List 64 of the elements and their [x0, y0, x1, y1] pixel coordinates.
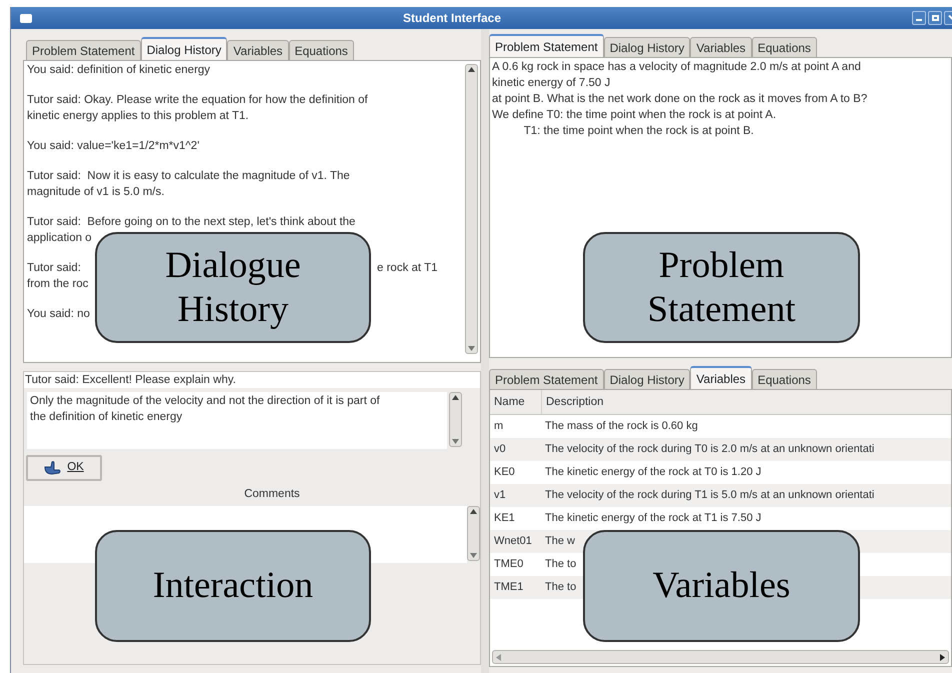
tab[interactable]: Variables — [227, 40, 289, 60]
answer-field[interactable]: Only the magnitude of the velocity and not the direction of it is part of the definition of kinetic energy — [27, 392, 447, 449]
down-arrow-icon — [468, 346, 475, 351]
tab[interactable]: Variables — [690, 366, 752, 389]
tab[interactable]: Equations — [288, 40, 354, 60]
table-cell-text: m — [493, 419, 504, 434]
dialog-message-fragment: e rock at T1 — [377, 261, 438, 276]
table-cell-text: TME1 — [493, 580, 524, 595]
callout-label: Problem Statement — [646, 244, 796, 332]
up-arrow-icon — [452, 395, 459, 400]
maximize-button[interactable] — [928, 11, 942, 25]
dialog-message: Tutor said: Okay. Please write the equation for how the definition of kinetic energy applies to this problem at T1. — [27, 93, 368, 124]
callout-label: Variables — [652, 564, 792, 608]
dialog-message: You said: no — [27, 307, 90, 322]
table-cell-text: v1 — [493, 488, 507, 503]
tab[interactable]: Equations — [752, 37, 817, 57]
callout-label: Interaction — [152, 564, 314, 608]
right-arrow-icon — [940, 654, 945, 660]
dialog-message: You said: value='ke1=1/2*m*v1^2' — [27, 139, 200, 154]
table-cell-text: The w — [544, 534, 575, 549]
table-cell-text: The kinetic energy of the rock at T0 is 1.20 J — [544, 465, 762, 480]
table-cell-text: v0 — [493, 442, 507, 457]
dialog-message: Tutor said: from the roc — [27, 261, 88, 292]
tab[interactable]: Problem Statement — [489, 369, 604, 389]
table-cell-text: Wnet01 — [493, 534, 533, 549]
table-cell-text: The kinetic energy of the rock at T1 is 7.50 J — [544, 511, 762, 526]
scrollbar[interactable] — [449, 392, 462, 447]
up-arrow-icon — [470, 509, 477, 514]
table-cell-text: The to — [544, 580, 576, 595]
dialog-message: Tutor said: Before going on to the next step, let's think about the application o — [27, 215, 356, 246]
scrollbar[interactable] — [467, 506, 480, 562]
column-header[interactable]: Name — [490, 390, 542, 414]
up-arrow-icon — [468, 67, 475, 72]
down-arrow-icon — [470, 553, 477, 558]
problem-text: A 0.6 kg rock in space has a velocity of magnitude 2.0 m/s at point A and kinetic energy of 7.50 J at point B. What is the net work done on the rock as it moves from A to B? We define T0: the time point when the rock is at point A. T1: the time point when the rock is at point B. — [492, 60, 868, 139]
table-cell-text: KE1 — [493, 511, 516, 526]
dialog-message: Tutor said: Now it is easy to calculate the magnitude of v1. The magnitude of v1 is 5.0 m/s. — [27, 169, 350, 200]
table-cell-text: KE0 — [493, 465, 516, 480]
left-arrow-icon — [496, 654, 501, 660]
table-cell-text: The to — [544, 557, 576, 572]
tutor-prompt: Tutor said: Excellent! Please explain why. — [24, 372, 480, 388]
column-header[interactable]: Description — [542, 390, 951, 414]
tab[interactable]: Dialog History — [604, 37, 690, 57]
window-menu-icon[interactable] — [20, 14, 32, 22]
ok-button[interactable]: OK — [26, 455, 102, 481]
callout-label: Dialogue History — [164, 244, 302, 332]
splitter-handle[interactable] — [481, 29, 489, 673]
tab[interactable]: Problem Statement — [489, 34, 604, 57]
table-cell-text: The mass of the rock is 0.60 kg — [544, 419, 698, 434]
minimize-button[interactable] — [912, 11, 926, 25]
down-arrow-icon — [452, 439, 459, 444]
dialog-message: You said: definition of kinetic energy — [27, 63, 210, 78]
comments-label: Comments — [243, 487, 300, 502]
tab[interactable]: Variables — [690, 37, 752, 57]
tab[interactable]: Equations — [752, 369, 817, 389]
scrollbar[interactable] — [465, 64, 478, 354]
tab[interactable]: Problem Statement — [26, 40, 141, 60]
tab[interactable]: Dialog History — [140, 37, 228, 60]
tab[interactable]: Dialog History — [604, 369, 690, 389]
window-title: Student Interface — [403, 10, 502, 27]
table-cell-text: The velocity of the rock during T0 is 2.0 m/s at an unknown orientati — [544, 442, 874, 457]
horizontal-scrollbar[interactable] — [492, 650, 949, 664]
table-cell-text: TME0 — [493, 557, 524, 572]
table-cell-text: The velocity of the rock during T1 is 5.0 m/s at an unknown orientati — [544, 488, 874, 503]
